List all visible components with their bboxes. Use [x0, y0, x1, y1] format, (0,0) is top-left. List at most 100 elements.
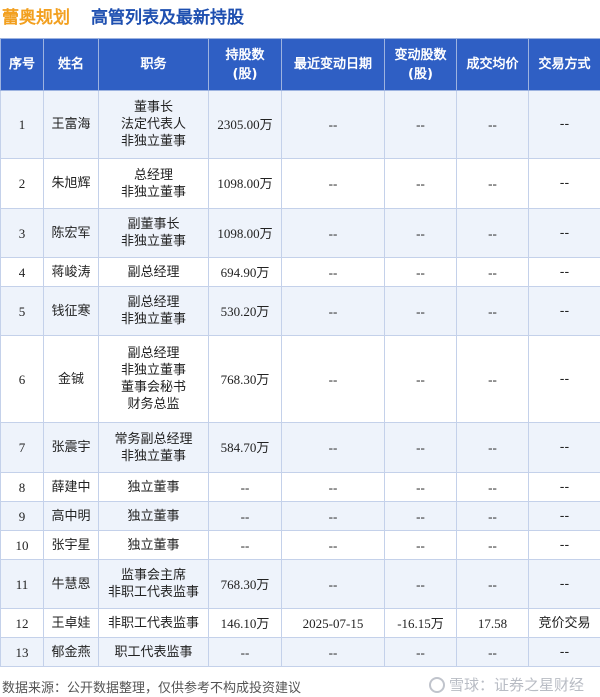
average-price: -- [456, 472, 529, 502]
table-row: 12 王卓娃 非职工代表监事 146.10万 2025-07-15 -16.15万 17.5… [0, 608, 600, 638]
position-title: 独立董事 [127, 537, 180, 553]
row-number: 5 [0, 286, 44, 336]
shares-held: 1098.00万 [208, 158, 282, 209]
position-cell: 副总经理 非独立董事 [98, 286, 209, 336]
average-price: -- [456, 530, 529, 560]
average-price: -- [456, 90, 529, 159]
shares-changed: -- [384, 637, 457, 667]
shares-changed: -- [384, 335, 457, 423]
position-title: 独立董事 [127, 508, 180, 524]
column-header: 最近变动日期 [281, 38, 385, 91]
position-cell: 常务副总经理 非独立董事 [98, 422, 209, 473]
average-price: -- [456, 286, 529, 336]
shares-changed: -- [384, 90, 457, 159]
executive-name: 薛建中 [43, 472, 99, 502]
position-title: 法定代表人 [120, 117, 186, 132]
position-title: 职工代表监事 [114, 644, 193, 660]
position-title: 非独立董事 [120, 134, 186, 149]
average-price: -- [456, 422, 529, 473]
position-cell: 职工代表监事 [98, 637, 209, 667]
shares-held: 1098.00万 [208, 208, 282, 258]
trade-method: -- [528, 530, 600, 560]
column-header: 变动股数 (股) [384, 38, 457, 91]
last-change-date: -- [281, 637, 385, 667]
position-title: 董事长 [133, 100, 173, 115]
row-number: 3 [0, 208, 44, 258]
shares-held: -- [208, 501, 282, 531]
executive-table: 序号 姓名 职务 持股数 (股) 最近变动日期 变动股数 (股) 成交均价 交易方式 1 王富海 董事… [0, 38, 600, 667]
page-title: 高管列表及最新持股 [91, 8, 244, 28]
row-number: 12 [0, 608, 44, 638]
last-change-date: -- [281, 208, 385, 258]
table-row: 8 薛建中 独立董事 -- -- -- -- -- [0, 472, 600, 502]
position-cell: 监事会主席非职工代表监事 [98, 559, 209, 609]
row-number: 7 [0, 422, 44, 473]
column-header: 交易方式 [528, 38, 600, 91]
row-number: 6 [0, 335, 44, 423]
average-price: -- [456, 335, 529, 423]
table-row: 10 张宇星 独立董事 -- -- -- -- -- [0, 530, 600, 560]
position-title: 非职工代表监事 [107, 615, 199, 631]
shares-held: 584.70万 [208, 422, 282, 473]
table-row: 6 金铖 副总经理 非独立董事 董事会秘书 财务总监 768.30万 -- -- -- -- [0, 335, 600, 423]
position-title: 副总经理 [127, 295, 180, 310]
column-header: 姓名 [43, 38, 99, 91]
shares-changed: -- [384, 257, 457, 287]
executive-name: 陈宏军 [43, 208, 99, 258]
snowball-icon [428, 677, 445, 693]
position-title: 非独立董事 [120, 184, 186, 200]
executive-name: 高中明 [43, 501, 99, 531]
shares-held: 768.30万 [208, 335, 282, 423]
position-cell: 副总经理 非独立董事 董事会秘书 财务总监 [98, 335, 209, 423]
brand-label: 雪球：证券之星财经 [448, 676, 584, 694]
last-change-date: -- [281, 472, 385, 502]
executive-name: 朱旭辉 [43, 158, 99, 209]
column-header: 持股数 (股) [208, 38, 282, 91]
position-title: 副董事长 [127, 217, 180, 232]
last-change-date: -- [281, 422, 385, 473]
average-price: -- [456, 501, 529, 531]
executive-name: 王富海 [43, 90, 99, 159]
last-change-date: -- [281, 501, 385, 531]
trade-method: -- [528, 637, 600, 667]
position-title: 独立董事 [127, 479, 180, 495]
position-title: 监事会主席 [120, 568, 186, 583]
shares-held: 146.10万 [208, 608, 282, 638]
trade-method: -- [528, 335, 600, 423]
average-price: -- [456, 208, 529, 258]
shares-changed: -- [384, 530, 457, 560]
trade-method: -- [528, 158, 600, 209]
table-row: 7 张震宇 常务副总经理 非独立董事 584.70万 -- -- -- -- [0, 422, 600, 473]
last-change-date: -- [281, 90, 385, 159]
title-bar: 蕾奥规划 高管列表及最新持股 [0, 0, 600, 30]
position-title: 非独立董事 [120, 234, 186, 249]
shares-held: -- [208, 637, 282, 667]
trade-method: -- [528, 501, 600, 531]
shares-changed: -- [384, 472, 457, 502]
last-change-date: -- [281, 559, 385, 609]
average-price: -- [456, 637, 529, 667]
position-cell: 独立董事 [98, 530, 209, 560]
last-change-date: -- [281, 286, 385, 336]
position-title: 非独立董事 [120, 312, 186, 327]
shares-held: 694.90万 [208, 257, 282, 287]
data-source-note: 数据来源：公开数据整理，仅供参考不构成投资建议 [2, 681, 302, 696]
position-cell: 非职工代表监事 [98, 608, 209, 638]
row-number: 13 [0, 637, 44, 667]
table-row: 11 牛慧恩 监事会主席 非职工代表监事 768.30万 -- -- -- -- [0, 559, 600, 609]
position-title: 董事会秘书 [120, 380, 186, 395]
executive-name: 钱征寒 [43, 286, 99, 336]
position-title: 总经理 [133, 167, 173, 183]
position-title: 常务副总经理 [114, 431, 193, 447]
trade-method: 竞价交易 [528, 608, 600, 638]
last-change-date: 2025-07-15 [281, 608, 385, 638]
shares-held: 530.20万 [208, 286, 282, 336]
average-price: -- [456, 257, 529, 287]
position-title: 非职工代表监事 [107, 585, 199, 600]
executive-name: 金铖 [43, 335, 99, 423]
row-number: 11 [0, 559, 44, 609]
shares-held: 768.30万 [208, 559, 282, 609]
table-header-row: 序号 姓名 职务 持股数 (股) 最近变动日期 变动股数 (股) 成交均价 交易方式 [0, 38, 600, 91]
shares-changed: -16.15万 [384, 608, 457, 638]
position-cell: 独立董事 [98, 501, 209, 531]
